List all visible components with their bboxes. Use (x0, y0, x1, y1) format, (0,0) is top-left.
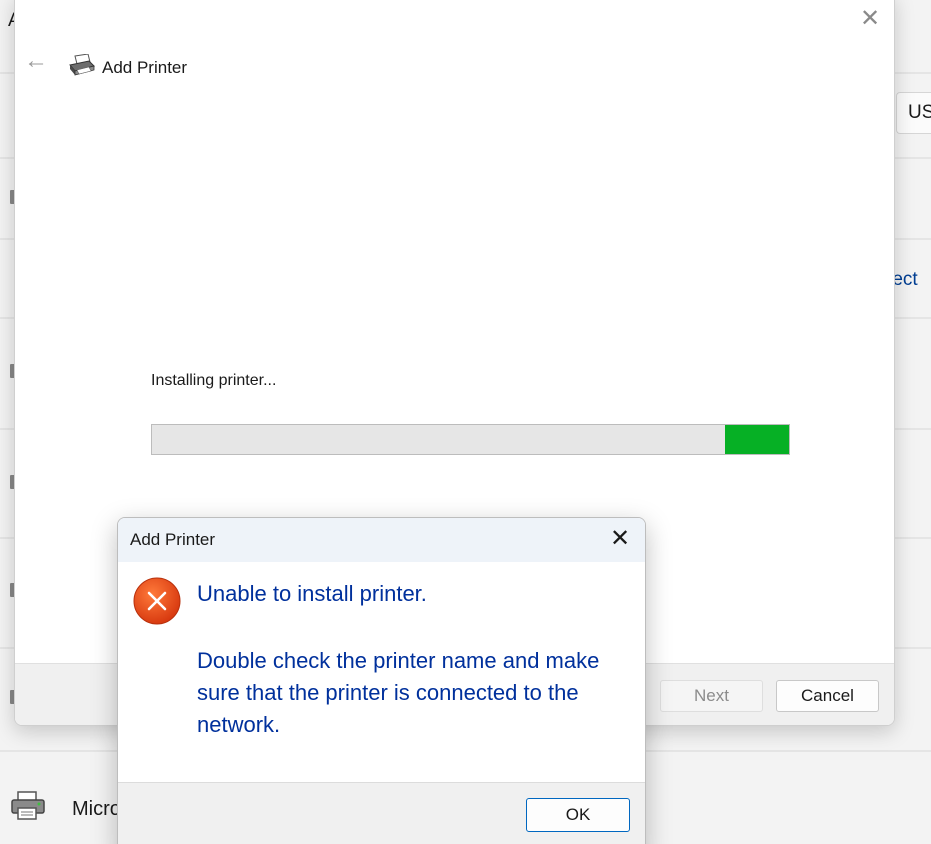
printer-icon (69, 54, 95, 76)
ok-button[interactable]: OK (526, 798, 630, 832)
close-icon[interactable]: ✕ (608, 527, 632, 551)
next-button[interactable]: Next (660, 680, 763, 712)
error-message: Unable to install printer. (197, 581, 427, 606)
error-icon (133, 577, 181, 625)
printer-icon (11, 791, 45, 820)
wizard-title: Add Printer (102, 58, 188, 77)
dialog-titlebar: Add Printer ✕ (118, 518, 645, 562)
cancel-button[interactable]: Cancel (776, 680, 879, 712)
close-icon[interactable]: ✕ (858, 7, 882, 31)
printer-list-item-label[interactable]: Micro (72, 798, 121, 821)
dialog-footer: OK (118, 782, 645, 844)
error-dialog: Add Printer ✕ Unable to install printer.… (117, 517, 646, 844)
error-detail: Double check the printer name and make s… (197, 648, 600, 737)
installing-status-text: Installing printer... (151, 372, 277, 389)
progress-indicator (725, 425, 789, 454)
region-dropdown[interactable]: US (896, 92, 931, 134)
dialog-title: Add Printer (130, 530, 216, 549)
back-arrow-icon[interactable]: ← (24, 49, 50, 73)
install-progress-bar (151, 424, 790, 455)
